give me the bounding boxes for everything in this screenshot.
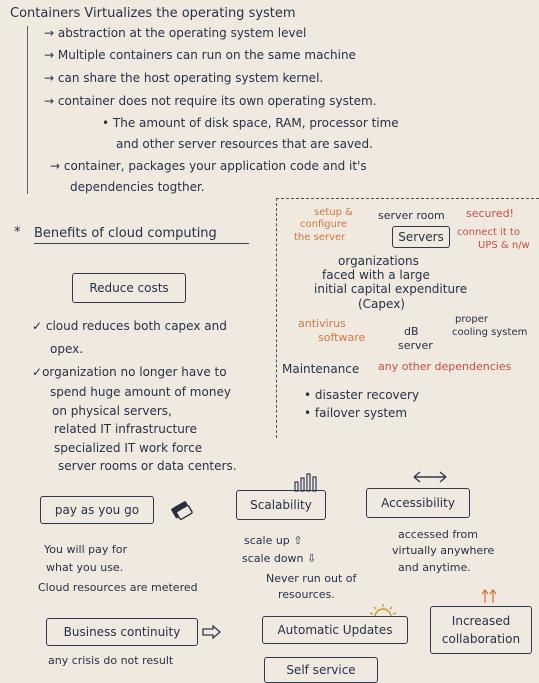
cooling-note: cooling system: [452, 327, 528, 338]
business-note: any crisis do not result: [48, 654, 174, 667]
scalability-label: Scalability: [250, 498, 312, 512]
never-run-out-note: Never run out of: [266, 572, 357, 585]
self-service-label: Self service: [286, 663, 356, 677]
arrows-up-icon: [481, 588, 497, 603]
increased-collaboration-box: Increased collaboration: [430, 606, 532, 654]
credit-card-icon: [171, 501, 193, 520]
collaboration-label: Increased: [451, 614, 511, 628]
servers-box: Servers: [392, 226, 450, 248]
scale-down-note: scale down ⇩: [242, 552, 317, 565]
server-room-note: server room: [378, 209, 445, 222]
connect-note: UPS & n/w: [478, 240, 530, 251]
scale-up-note: scale up ⇧: [244, 534, 303, 547]
check-item-cont: spend huge amount of money: [50, 385, 231, 399]
servers-label: Servers: [398, 230, 444, 244]
org-note: faced with a large: [322, 268, 430, 282]
setup-note: the server: [294, 232, 346, 243]
setup-note: configure: [300, 219, 347, 230]
antivirus-note: software: [318, 331, 366, 344]
org-note: (Capex): [358, 297, 405, 311]
business-continuity-label: Business continuity: [63, 625, 181, 639]
sub-bullet-cont: and other server resources that are save…: [116, 137, 373, 151]
maint-point: • disaster recovery: [304, 388, 420, 402]
pay-as-you-go-box: pay as you go: [40, 496, 154, 524]
check-item-cont: on physical servers,: [52, 404, 172, 418]
setup-note: setup &: [314, 207, 353, 218]
double-arrow-icon: [413, 471, 447, 483]
page-title: Containers Virtualizes the operating sys…: [10, 6, 296, 21]
maintenance-label: Maintenance: [282, 362, 360, 376]
check-item-cont: opex.: [50, 342, 84, 356]
check-item: ✓organization no longer have to: [32, 365, 227, 379]
list-item: → container, packages your application c…: [50, 159, 367, 173]
heading-underline: [34, 243, 249, 244]
benefits-heading: Benefits of cloud computing: [34, 226, 217, 241]
bar-chart-icon: [294, 473, 317, 492]
org-note: initial capital expenditure: [314, 282, 468, 296]
reduce-costs-box: Reduce costs: [72, 273, 186, 303]
automatic-updates-label: Automatic Updates: [277, 623, 393, 637]
check-item-cont: specialized IT work force: [54, 441, 203, 455]
other-deps-note: any other dependencies: [378, 360, 512, 373]
list-item-cont: dependencies togther.: [70, 180, 205, 194]
automatic-updates-box: Automatic Updates: [262, 616, 408, 644]
divider-dashed: [276, 198, 539, 199]
secured-note: secured!: [466, 207, 514, 220]
list-item: → can share the host operating system ke…: [44, 71, 324, 85]
business-continuity-box: Business continuity: [46, 618, 198, 646]
connect-note: connect it to: [457, 227, 520, 238]
never-run-out-note: resources.: [278, 588, 335, 601]
scalability-box: Scalability: [236, 490, 326, 520]
maint-point: • failover system: [304, 406, 408, 420]
self-service-box: Self service: [264, 657, 378, 683]
reduce-costs-label: Reduce costs: [89, 281, 169, 295]
asterisk: *: [14, 225, 21, 240]
org-note: organizations: [338, 254, 419, 268]
divider-dashed: [276, 198, 277, 438]
sub-bullet: • The amount of disk space, RAM, process…: [102, 116, 399, 130]
list-item: → container does not require its own ope…: [44, 94, 377, 108]
check-item: ✓ cloud reduces both capex and: [32, 319, 227, 333]
db-note: server: [398, 339, 433, 352]
list-item: → Multiple containers can run on the sam…: [44, 48, 356, 62]
antivirus-note: antivirus: [298, 317, 346, 330]
accessibility-label: Accessibility: [381, 496, 455, 510]
arrow-right-icon: [202, 625, 221, 639]
payg-note: what you use.: [46, 561, 124, 574]
margin-line: [27, 26, 28, 194]
cooling-note: proper: [455, 314, 488, 325]
payg-note: Cloud resources are metered: [38, 581, 198, 594]
list-item: → abstraction at the operating system le…: [44, 26, 307, 40]
accessibility-note: accessed from: [398, 528, 478, 541]
check-item-cont: server rooms or data centers.: [58, 459, 237, 473]
check-item-cont: related IT infrastructure: [54, 422, 197, 436]
pay-as-you-go-label: pay as you go: [54, 503, 140, 517]
accessibility-note: and anytime.: [398, 561, 471, 574]
accessibility-note: virtually anywhere: [392, 544, 495, 557]
accessibility-box: Accessibility: [366, 488, 470, 518]
db-note: dB: [404, 325, 419, 338]
collaboration-label: collaboration: [441, 632, 521, 646]
payg-note: You will pay for: [44, 543, 127, 556]
